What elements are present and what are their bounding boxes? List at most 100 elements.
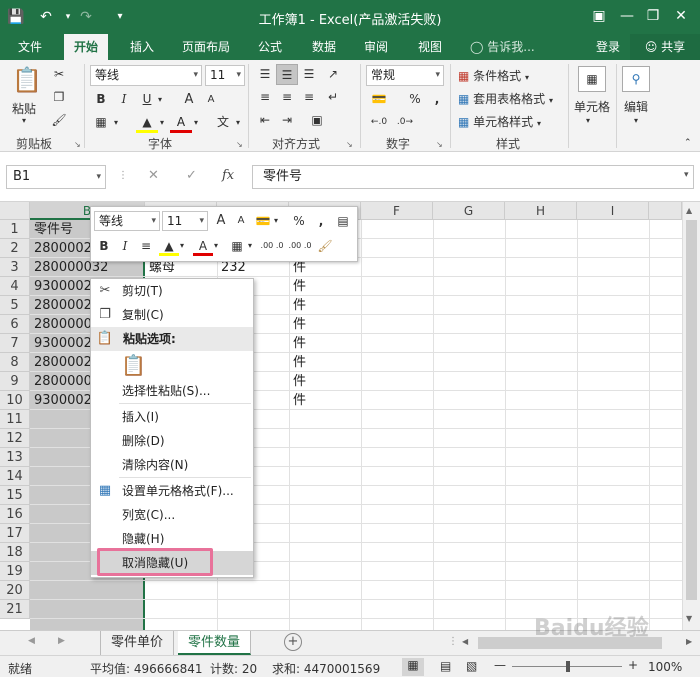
cell-e5[interactable]: 件 <box>290 296 360 315</box>
underline-dropdown-icon[interactable]: ▾ <box>154 89 166 110</box>
wrap-text-icon[interactable]: ↵ <box>322 87 344 108</box>
cell-b10[interactable]: 9300002 <box>31 391 91 410</box>
minimize-icon[interactable]: — <box>614 4 640 28</box>
cell-b9[interactable]: 2800000 <box>31 372 91 391</box>
row-header[interactable]: 8 <box>0 353 30 372</box>
clipboard-launcher-icon[interactable]: ↘ <box>74 140 81 149</box>
zoom-in-icon[interactable]: + <box>628 658 638 672</box>
col-header-f[interactable]: F <box>361 202 433 220</box>
next-sheet-icon[interactable]: ▶ <box>58 636 65 646</box>
scroll-up-icon[interactable]: ▲ <box>686 206 692 215</box>
col-header-h[interactable]: H <box>505 202 577 220</box>
copy-icon[interactable]: ❐ <box>48 87 70 108</box>
mini-grow-font-button[interactable]: A <box>211 211 231 231</box>
enter-icon[interactable]: ✓ <box>186 168 197 183</box>
italic-button[interactable]: I <box>113 89 135 110</box>
close-icon[interactable]: ✕ <box>668 4 694 28</box>
ribbon-display-icon[interactable]: ▣ <box>586 4 612 28</box>
font-color-dropdown-icon[interactable]: ▾ <box>190 112 202 133</box>
fill-dropdown-icon[interactable]: ▾ <box>156 112 168 133</box>
cell-b5[interactable]: 2800002 <box>31 296 91 315</box>
fill-color-icon[interactable]: ▲ <box>136 112 158 133</box>
cell-e6[interactable]: 件 <box>290 315 360 334</box>
vertical-scrollbar[interactable]: ▲ ▼ <box>682 202 700 630</box>
row-header[interactable]: 9 <box>0 372 30 391</box>
tab-page-layout[interactable]: 页面布局 <box>172 34 240 60</box>
increase-indent-icon[interactable]: ⇥ <box>276 110 298 131</box>
row-header[interactable]: 3 <box>0 258 30 277</box>
cells-dropdown-icon[interactable]: ▾ <box>586 116 590 125</box>
mini-percent-button[interactable]: % <box>289 211 309 231</box>
collapse-ribbon-icon[interactable]: ⌃ <box>684 138 692 148</box>
align-bottom-icon[interactable]: ☰ <box>298 64 320 85</box>
align-right-icon[interactable]: ≡ <box>298 87 320 108</box>
formula-input[interactable]: 零件号 <box>252 165 694 189</box>
format-painter-icon[interactable]: 🖌 <box>48 110 70 131</box>
merge-center-icon[interactable]: ▣ <box>306 110 328 131</box>
paste-option-icon[interactable]: 📋 <box>121 353 146 379</box>
insert-function-button[interactable]: fx <box>222 168 234 183</box>
cell-e10[interactable]: 件 <box>290 391 360 410</box>
percent-style-button[interactable]: % <box>404 89 426 110</box>
mini-increase-decimal-button[interactable]: .00 .0 <box>259 236 285 256</box>
align-top-icon[interactable]: ☰ <box>254 64 276 85</box>
mini-bold-button[interactable]: B <box>94 236 114 256</box>
tab-review[interactable]: 审阅 <box>354 34 398 60</box>
decrease-decimal-icon[interactable]: .0→ <box>394 112 416 133</box>
conditional-format-button[interactable]: ▦ 条件格式 ▾ <box>458 67 529 84</box>
shrink-font-button[interactable]: A <box>200 89 222 110</box>
borders-icon[interactable]: ▦ <box>90 112 112 133</box>
row-header[interactable]: 15 <box>0 486 30 505</box>
mini-shrink-font-button[interactable]: A <box>231 211 251 231</box>
tab-home[interactable]: 开始 <box>64 34 109 60</box>
cell-e4[interactable]: 件 <box>290 277 360 296</box>
scroll-down-icon[interactable]: ▼ <box>686 614 692 623</box>
mini-decrease-decimal-button[interactable]: .00 .0 <box>287 236 313 256</box>
mini-comma-button[interactable]: , <box>311 211 331 231</box>
cells-group-button[interactable]: 单元格 <box>574 98 610 115</box>
search-icon[interactable]: ⚲ <box>622 66 650 92</box>
row-header[interactable]: 20 <box>0 581 30 600</box>
format-as-table-button[interactable]: ▦ 套用表格格式 ▾ <box>458 90 553 107</box>
menu-item-format-cells[interactable]: ▦ 设置单元格格式(F)... <box>91 479 253 503</box>
tab-view[interactable]: 视图 <box>408 34 452 60</box>
cell-e8[interactable]: 件 <box>290 353 360 372</box>
cell-e7[interactable]: 件 <box>290 334 360 353</box>
cut-icon[interactable]: ✂ <box>48 64 70 85</box>
row-header[interactable]: 5 <box>0 296 30 315</box>
accounting-format-icon[interactable]: 💳 <box>368 89 390 110</box>
row-header[interactable]: 12 <box>0 429 30 448</box>
row-header[interactable]: 11 <box>0 410 30 429</box>
tab-data[interactable]: 数据 <box>302 34 346 60</box>
mini-align-center-icon[interactable]: ≡ <box>136 236 156 256</box>
borders-dropdown-icon[interactable]: ▾ <box>110 112 122 133</box>
zoom-slider-handle[interactable] <box>566 661 570 672</box>
sheet-tab-quantities[interactable]: 零件数量 <box>178 631 252 655</box>
menu-item-cut[interactable]: ✂ 剪切(T) <box>91 279 253 303</box>
menu-item-copy[interactable]: ❐ 复制(C) <box>91 303 253 327</box>
number-format-select[interactable]: 常规 ▾ <box>366 65 444 86</box>
align-middle-icon[interactable]: ☰ <box>276 64 298 85</box>
grow-font-button[interactable]: A <box>178 89 200 110</box>
cell-e9[interactable]: 件 <box>290 372 360 391</box>
mini-font-color-dropdown-icon[interactable]: ▾ <box>211 236 221 256</box>
tab-split-icon[interactable]: ⋮ <box>448 636 458 647</box>
font-size-select[interactable]: 11 ▾ <box>205 65 245 86</box>
col-header-i[interactable]: I <box>577 202 649 220</box>
mini-format-painter-icon[interactable]: 🖌 <box>315 236 335 256</box>
phonetic-icon[interactable]: 文 <box>212 112 234 133</box>
restore-icon[interactable]: ❐ <box>640 4 666 28</box>
mini-borders-dropdown-icon[interactable]: ▾ <box>245 236 255 256</box>
sheet-tab-prices[interactable]: 零件单价 <box>100 631 175 655</box>
share-button[interactable]: ☺ 共享 <box>630 34 700 60</box>
tab-insert[interactable]: 插入 <box>120 34 164 60</box>
scroll-left-icon[interactable]: ◀ <box>462 637 468 646</box>
mini-font-color-button[interactable]: A <box>193 236 213 256</box>
row-header[interactable]: 16 <box>0 505 30 524</box>
editing-group-button[interactable]: 编辑 <box>624 98 648 115</box>
row-header[interactable]: 21 <box>0 600 30 619</box>
mini-fill-color-icon[interactable]: ▲ <box>159 236 179 256</box>
menu-item-insert[interactable]: 插入(I) <box>91 405 253 429</box>
menu-item-column-width[interactable]: 列宽(C)... <box>91 503 253 527</box>
align-center-icon[interactable]: ≡ <box>276 87 298 108</box>
